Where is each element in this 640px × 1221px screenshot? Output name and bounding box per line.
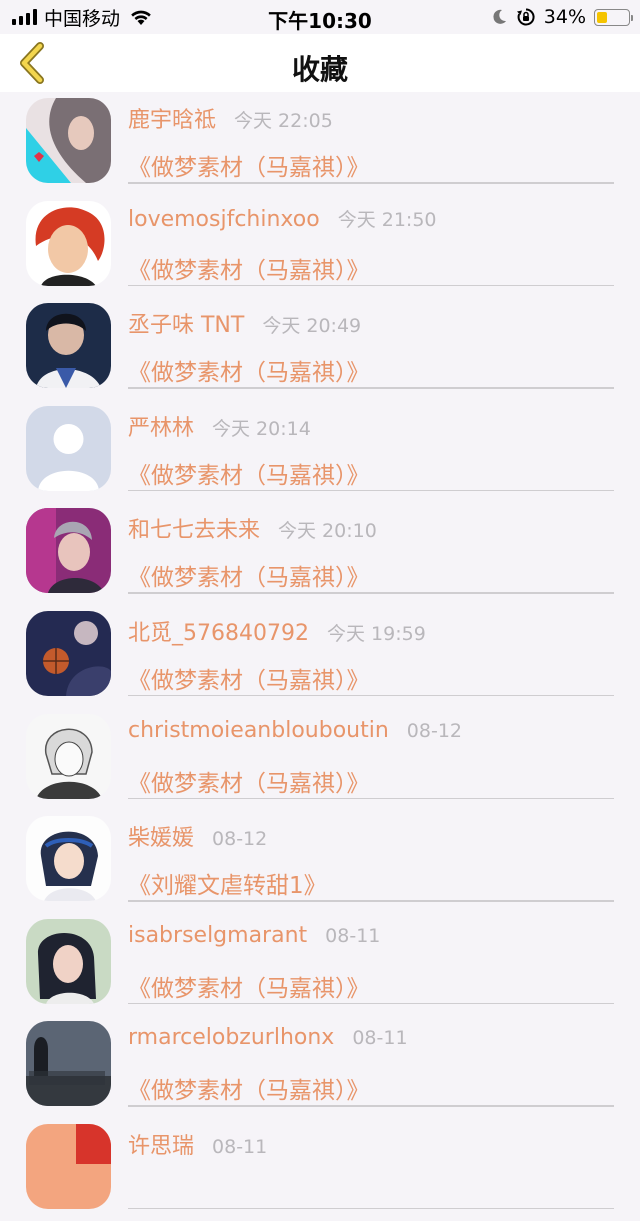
story-title[interactable]: 《做梦素材（马嘉祺）》 — [128, 558, 370, 592]
story-title[interactable]: 《做梦素材（马嘉祺）》 — [128, 1071, 370, 1105]
avatar — [26, 1021, 111, 1107]
favorite-item[interactable]: lovemosjfchinxoo 今天 21:50 《做梦素材（马嘉祺）》 — [0, 195, 640, 298]
favorites-list: 鹿宇晗祗 今天 22:05 《做梦素材（马嘉祺）》 lovemosjfchinx… — [0, 92, 640, 1221]
divider — [128, 284, 614, 287]
battery-percent: 34% — [543, 6, 586, 28]
story-title[interactable]: 《做梦素材（马嘉祺）》 — [128, 353, 370, 387]
avatar — [26, 508, 111, 594]
avatar — [26, 303, 111, 389]
avatar — [26, 713, 111, 799]
username[interactable]: 和七七去未来 — [128, 512, 260, 544]
divider — [128, 900, 614, 902]
divider — [128, 592, 614, 594]
timestamp: 今天 20:10 — [278, 520, 377, 543]
avatar — [26, 816, 111, 902]
story-title[interactable]: 《做梦素材（马嘉祺）》 — [128, 764, 370, 798]
timestamp: 今天 20:49 — [262, 315, 362, 338]
nav-bar: 收藏 — [0, 34, 640, 92]
battery-icon — [594, 8, 633, 26]
divider — [128, 1207, 614, 1210]
divider — [128, 182, 614, 184]
timestamp: 08-11 — [212, 1135, 268, 1158]
timestamp: 今天 21:50 — [337, 208, 437, 231]
page-title: 收藏 — [291, 53, 348, 86]
timestamp: 今天 19:59 — [326, 622, 426, 645]
avatar — [26, 610, 111, 696]
favorite-item[interactable]: 北觅_576840792 今天 19:59 《做梦素材（马嘉祺）》 — [0, 605, 640, 708]
favorite-item[interactable]: rmarcelobzurlhonx 08-11 《做梦素材（马嘉祺）》 — [0, 1015, 640, 1118]
timestamp: 08-11 — [325, 924, 381, 947]
favorite-item[interactable]: 柴媛媛 08-12 《刘耀文虐转甜1》 — [0, 810, 640, 913]
username[interactable]: christmoieanblouboutin — [128, 718, 389, 743]
divider — [128, 387, 614, 389]
username[interactable]: 丞子味 TNT — [128, 307, 244, 339]
username[interactable]: rmarcelobzurlhonx — [128, 1025, 334, 1050]
divider — [128, 694, 614, 697]
divider — [128, 797, 614, 800]
username[interactable]: 鹿宇晗祗 — [128, 102, 216, 134]
username[interactable]: isabrselgmarant — [128, 923, 307, 948]
timestamp: 08-12 — [406, 719, 462, 742]
story-title[interactable]: 《做梦素材（马嘉祺）》 — [128, 969, 370, 1003]
story-title[interactable]: 《做梦素材（马嘉祺）》 — [128, 661, 370, 695]
status-bar: 中国移动 下午10:30 34% — [0, 0, 640, 34]
favorite-item[interactable]: christmoieanblouboutin 08-12 《做梦素材（马嘉祺）》 — [0, 708, 640, 811]
favorite-item[interactable]: 丞子味 TNT 今天 20:49 《做梦素材（马嘉祺）》 — [0, 297, 640, 400]
username[interactable]: lovemosjfchinxoo — [128, 207, 320, 232]
favorite-item[interactable]: 许思瑞 08-11 — [0, 1118, 640, 1221]
favorite-item[interactable]: 严林林 今天 20:14 《做梦素材（马嘉祺）》 — [0, 400, 640, 503]
avatar — [26, 1123, 111, 1209]
avatar — [26, 405, 111, 491]
rotation-lock-icon — [516, 8, 535, 26]
avatar — [26, 200, 111, 286]
username[interactable]: 北觅_576840792 — [128, 615, 309, 647]
username[interactable]: 严林林 — [128, 410, 194, 442]
timestamp: 今天 20:14 — [212, 417, 311, 440]
username[interactable]: 柴媛媛 — [128, 820, 194, 852]
divider — [128, 1002, 614, 1005]
favorite-item[interactable]: 鹿宇晗祗 今天 22:05 《做梦素材（马嘉祺）》 — [0, 92, 640, 195]
story-title[interactable]: 《做梦素材（马嘉祺）》 — [128, 148, 370, 182]
favorite-item[interactable]: 和七七去未来 今天 20:10 《做梦素材（马嘉祺）》 — [0, 502, 640, 605]
timestamp: 今天 22:05 — [234, 110, 333, 132]
avatar — [26, 918, 111, 1004]
story-title[interactable]: 《做梦素材（马嘉祺）》 — [128, 251, 370, 285]
favorite-item[interactable]: isabrselgmarant 08-11 《做梦素材（马嘉祺）》 — [0, 913, 640, 1016]
avatar — [26, 98, 111, 183]
timestamp: 08-11 — [352, 1027, 408, 1050]
timestamp: 08-12 — [212, 828, 268, 851]
moon-icon — [493, 9, 506, 24]
story-title[interactable]: 《做梦素材（马嘉祺）》 — [128, 456, 370, 490]
divider — [128, 1105, 614, 1107]
username[interactable]: 许思瑞 — [128, 1128, 194, 1160]
story-title[interactable]: 《刘耀文虐转甜1》 — [128, 866, 327, 900]
divider — [128, 489, 614, 492]
